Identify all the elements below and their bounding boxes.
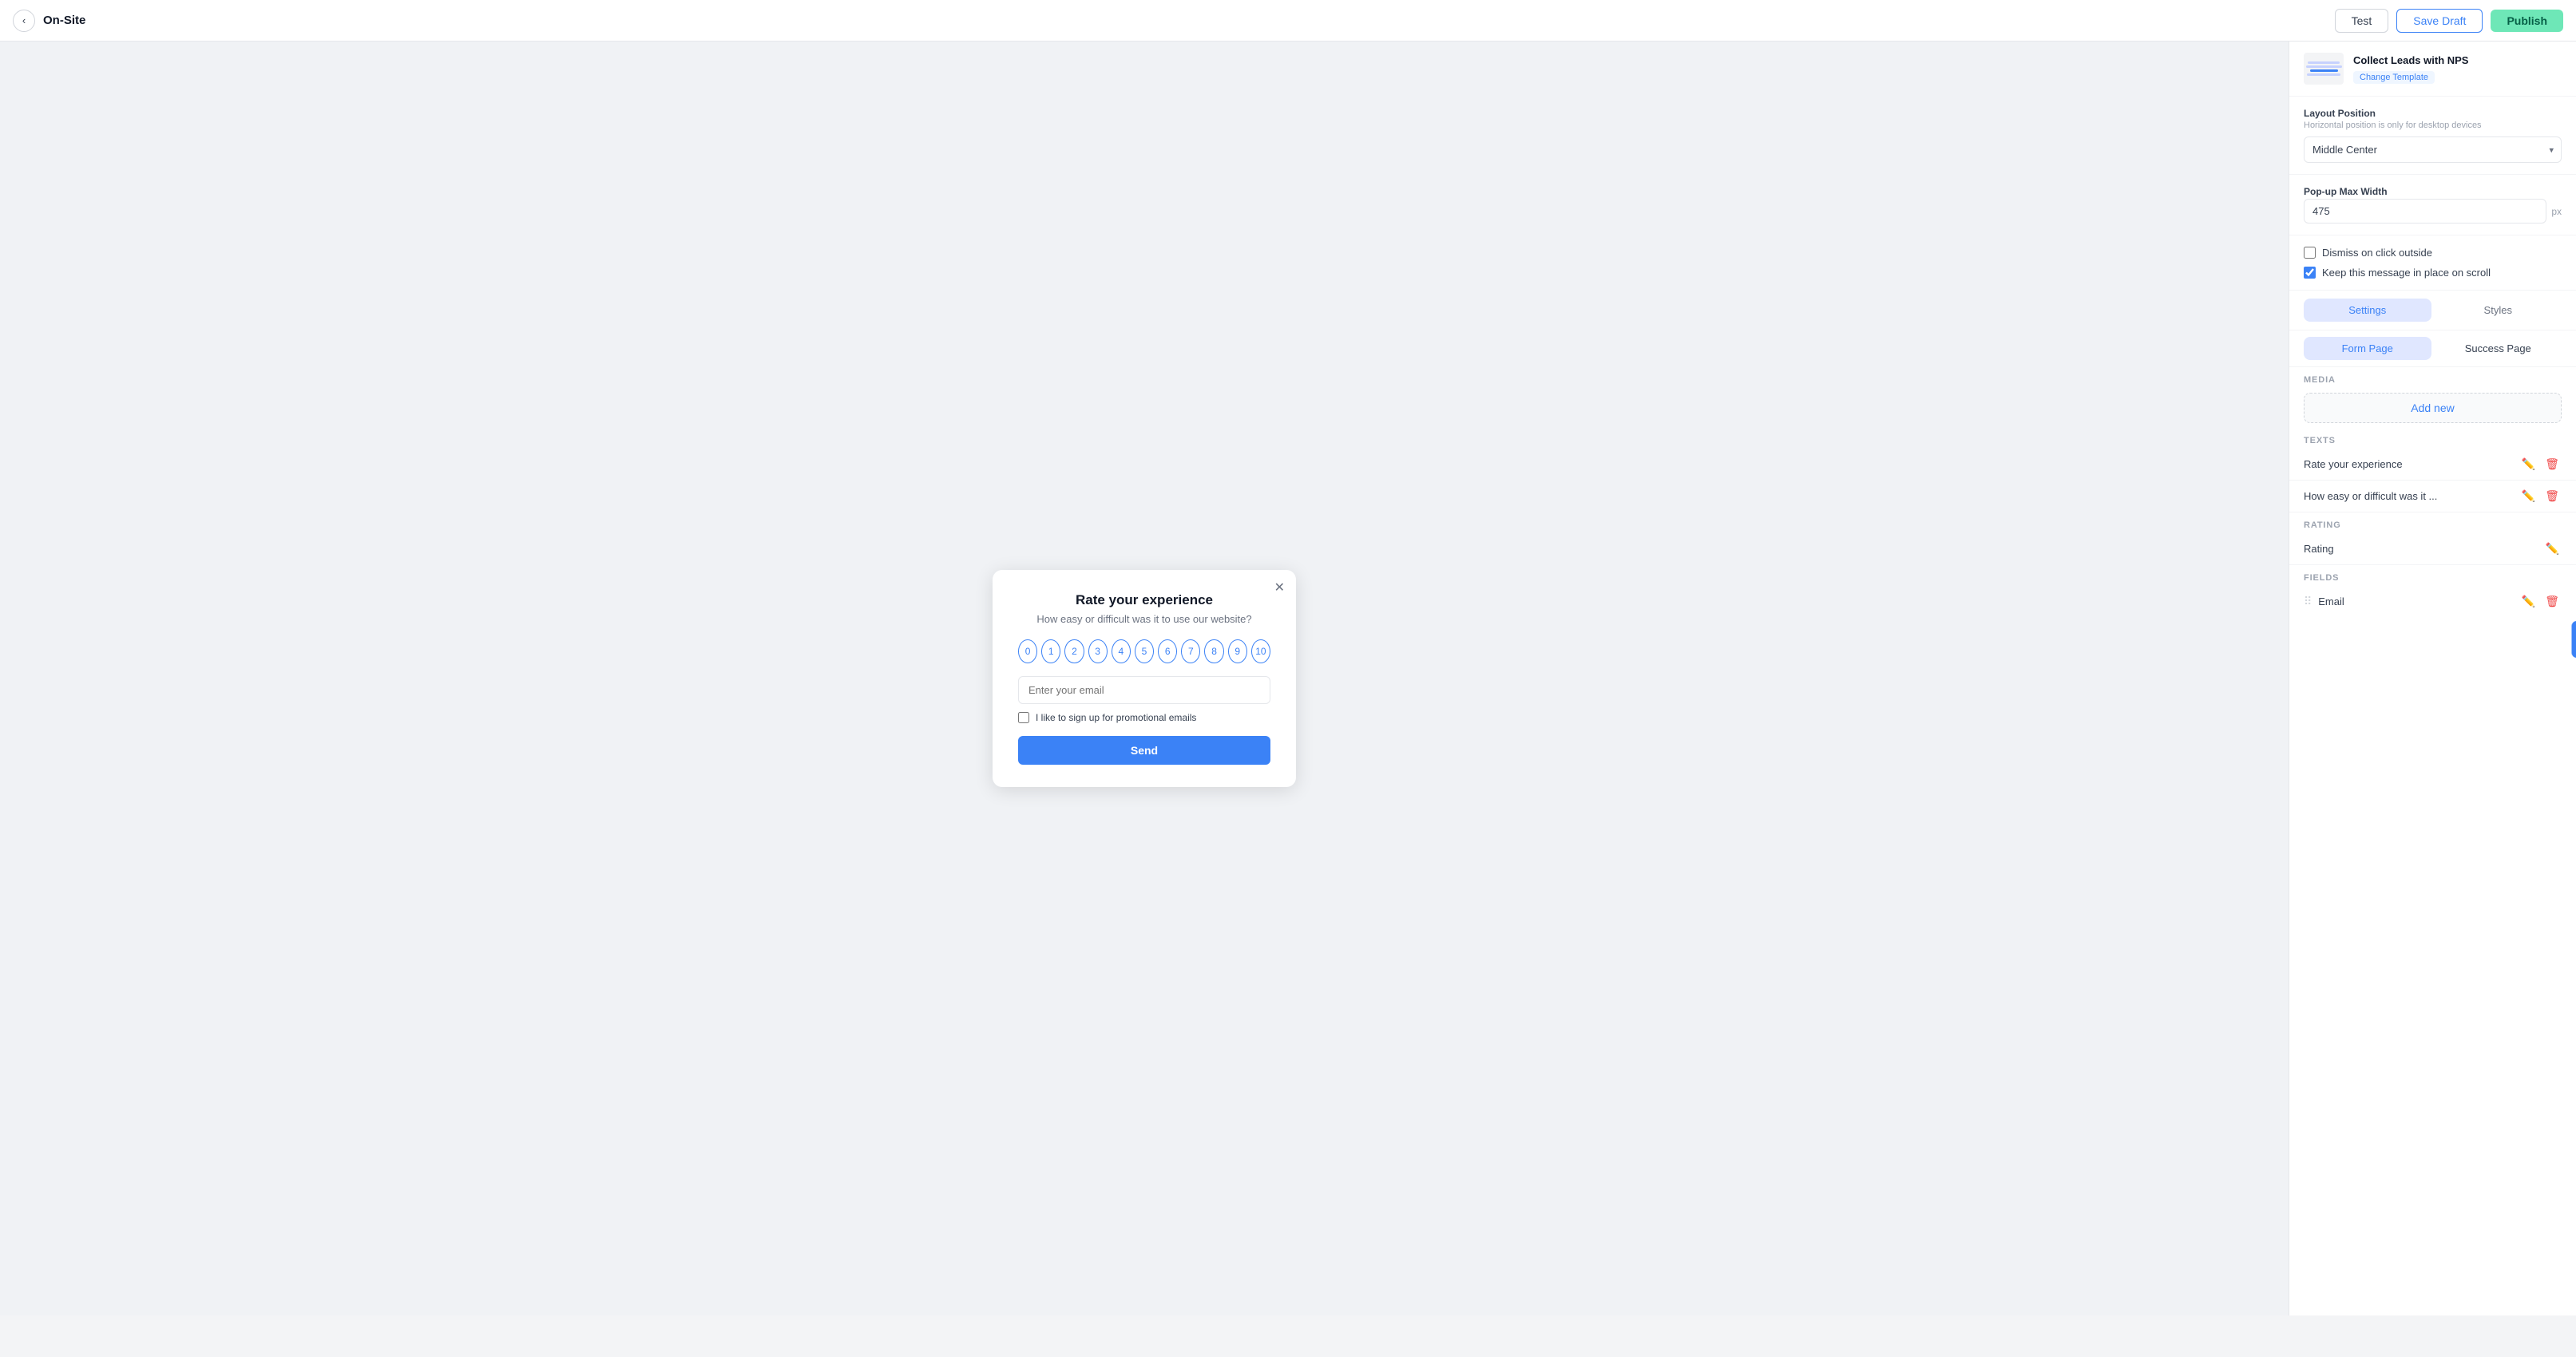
rating-row: 0 1 2 3 4 5 6 7 8 9 10 xyxy=(1018,639,1270,663)
topbar-right: Test Save Draft Publish xyxy=(2335,9,2563,33)
template-thumbnail xyxy=(2304,53,2344,85)
tab-form-page[interactable]: Form Page xyxy=(2304,337,2431,360)
main-layout: ✕ Rate your experience How easy or diffi… xyxy=(0,42,2576,1315)
rating-item: Rating ✏️ xyxy=(2289,533,2576,565)
page-tabs: Form Page Success Page xyxy=(2289,330,2576,367)
keep-label[interactable]: Keep this message in place on scroll xyxy=(2322,267,2491,279)
text-item-1: How easy or difficult was it ... ✏️ 🗑 xyxy=(2289,481,2576,512)
field-item-label-0: Email xyxy=(2318,595,2344,607)
save-draft-button[interactable]: Save Draft xyxy=(2396,9,2483,33)
add-new-button[interactable]: Add new xyxy=(2304,393,2562,423)
layout-position-sublabel: Horizontal position is only for desktop … xyxy=(2304,121,2562,130)
fields-section-header: FIELDS xyxy=(2289,565,2576,586)
rating-btn-6[interactable]: 6 xyxy=(1158,639,1177,663)
rating-item-actions: ✏️ xyxy=(2543,540,2562,557)
publish-button[interactable]: Publish xyxy=(2491,10,2563,32)
position-select[interactable]: Middle Center Bottom Left Bottom Right T… xyxy=(2304,136,2562,163)
promo-checkbox[interactable] xyxy=(1018,712,1029,723)
page-title: On-Site xyxy=(43,14,85,27)
layout-position-label: Layout Position xyxy=(2304,108,2562,119)
media-section-header: MEDIA xyxy=(2289,367,2576,388)
popup-max-width-label: Pop-up Max Width xyxy=(2304,186,2562,197)
test-button[interactable]: Test xyxy=(2335,9,2389,33)
texts-section-header: TEXTS xyxy=(2289,428,2576,449)
rating-btn-3[interactable]: 3 xyxy=(1088,639,1108,663)
keep-row: Keep this message in place on scroll xyxy=(2304,267,2562,279)
popup-max-width-section: Pop-up Max Width px xyxy=(2289,175,2576,235)
width-input[interactable] xyxy=(2304,199,2546,224)
topbar: ‹ On-Site Test Save Draft Publish xyxy=(0,0,2576,42)
popup-widget: ✕ Rate your experience How easy or diffi… xyxy=(993,570,1296,787)
rating-btn-2[interactable]: 2 xyxy=(1064,639,1084,663)
rating-btn-4[interactable]: 4 xyxy=(1112,639,1131,663)
template-info: Collect Leads with NPS Change Template xyxy=(2353,54,2562,84)
popup-close-button[interactable]: ✕ xyxy=(1274,580,1285,595)
topbar-left: ‹ On-Site xyxy=(13,10,85,32)
tab-success-page[interactable]: Success Page xyxy=(2435,337,2562,360)
popup-subtitle: How easy or difficult was it to use our … xyxy=(1018,613,1270,625)
position-select-wrap: Middle Center Bottom Left Bottom Right T… xyxy=(2304,136,2562,163)
text-delete-button-0[interactable]: 🗑 xyxy=(2542,456,2562,473)
change-template-button[interactable]: Change Template xyxy=(2353,71,2435,84)
settings-styles-tabs: Settings Styles xyxy=(2289,291,2576,330)
rating-btn-5[interactable]: 5 xyxy=(1135,639,1154,663)
dismiss-checkbox[interactable] xyxy=(2304,247,2316,259)
rating-item-label: Rating xyxy=(2304,543,2334,555)
field-item-left-0: ⠿ Email xyxy=(2304,595,2344,608)
back-button[interactable]: ‹ xyxy=(13,10,35,32)
canvas-area: ✕ Rate your experience How easy or diffi… xyxy=(0,42,2289,1315)
template-header: Collect Leads with NPS Change Template xyxy=(2289,42,2576,97)
tab-settings[interactable]: Settings xyxy=(2304,299,2431,322)
field-item-0: ⠿ Email ✏️ 🗑 xyxy=(2289,586,2576,617)
field-delete-button-0[interactable]: 🗑 xyxy=(2542,593,2562,610)
popup-title: Rate your experience xyxy=(1018,592,1270,608)
rating-btn-9[interactable]: 9 xyxy=(1228,639,1247,663)
text-edit-button-0[interactable]: ✏️ xyxy=(2519,456,2538,473)
text-item-0: Rate your experience ✏️ 🗑 xyxy=(2289,449,2576,481)
field-edit-button-0[interactable]: ✏️ xyxy=(2519,593,2538,610)
drag-handle-icon[interactable]: ⠿ xyxy=(2304,595,2312,608)
field-item-actions-0: ✏️ 🗑 xyxy=(2519,593,2562,610)
rating-btn-1[interactable]: 1 xyxy=(1041,639,1060,663)
rating-btn-0[interactable]: 0 xyxy=(1018,639,1037,663)
text-item-actions-1: ✏️ 🗑 xyxy=(2519,488,2562,504)
keep-checkbox[interactable] xyxy=(2304,267,2316,279)
feedback-tab[interactable]: Feedback xyxy=(2571,621,2576,658)
rating-edit-button[interactable]: ✏️ xyxy=(2543,540,2562,557)
checkbox-row: I like to sign up for promotional emails xyxy=(1018,712,1270,723)
px-label: px xyxy=(2551,206,2562,217)
layout-position-section: Layout Position Horizontal position is o… xyxy=(2289,97,2576,175)
template-name: Collect Leads with NPS xyxy=(2353,54,2562,66)
rating-btn-7[interactable]: 7 xyxy=(1181,639,1200,663)
promo-label[interactable]: I like to sign up for promotional emails xyxy=(1036,712,1196,723)
text-delete-button-1[interactable]: 🗑 xyxy=(2542,488,2562,504)
rating-btn-10[interactable]: 10 xyxy=(1251,639,1270,663)
email-input[interactable] xyxy=(1018,676,1270,704)
dismiss-label[interactable]: Dismiss on click outside xyxy=(2322,247,2432,259)
width-row: px xyxy=(2304,199,2562,224)
text-item-actions-0: ✏️ 🗑 xyxy=(2519,456,2562,473)
rating-btn-8[interactable]: 8 xyxy=(1204,639,1223,663)
text-edit-button-1[interactable]: ✏️ xyxy=(2519,488,2538,504)
dismiss-row: Dismiss on click outside xyxy=(2304,247,2562,259)
text-item-label-0: Rate your experience xyxy=(2304,458,2519,470)
right-panel: Collect Leads with NPS Change Template L… xyxy=(2289,42,2576,1315)
options-section: Dismiss on click outside Keep this messa… xyxy=(2289,235,2576,291)
rating-section-header: RATING xyxy=(2289,512,2576,533)
send-button[interactable]: Send xyxy=(1018,736,1270,765)
tab-styles[interactable]: Styles xyxy=(2435,299,2562,322)
text-item-label-1: How easy or difficult was it ... xyxy=(2304,490,2519,502)
